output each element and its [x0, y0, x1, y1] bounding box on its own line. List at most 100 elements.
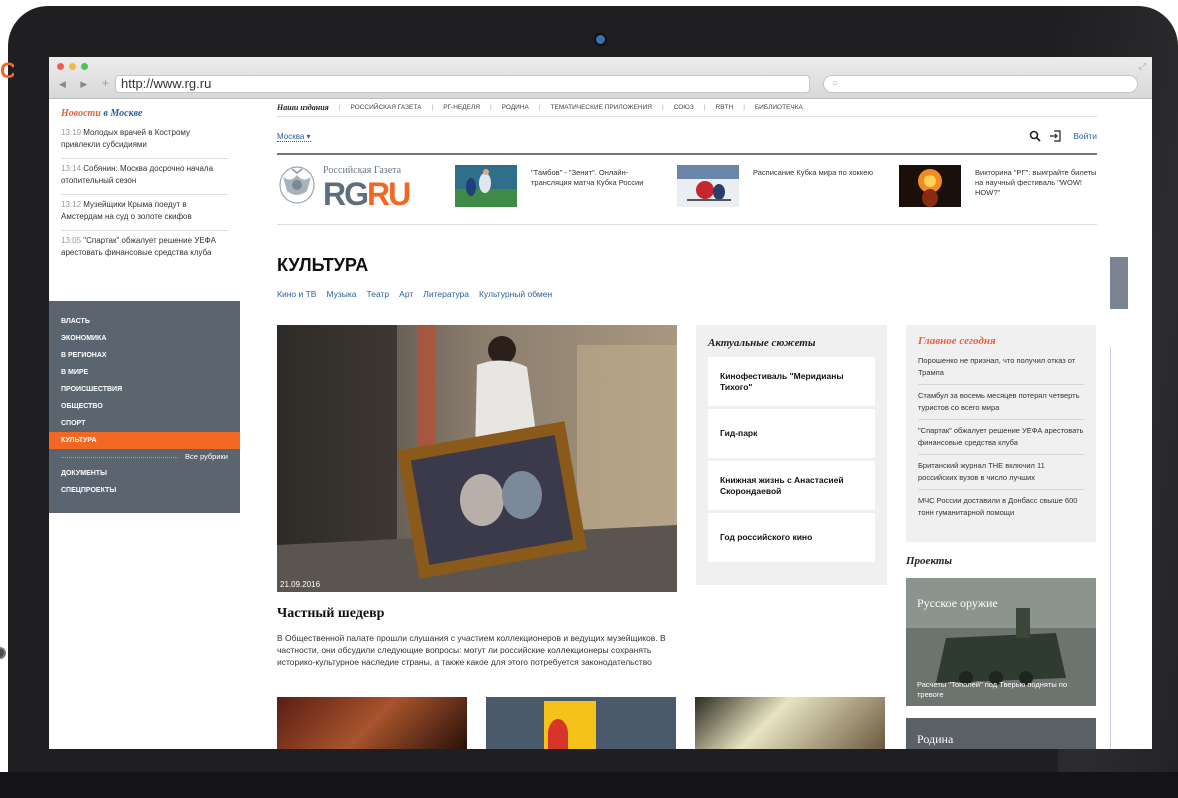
- news-item[interactable]: 13:19 Молодых врачей в Кострому привлекл…: [61, 123, 228, 159]
- story-item[interactable]: Гид-парк: [708, 409, 875, 458]
- edge-dot: [0, 647, 6, 659]
- pub-link[interactable]: БИБЛИОТЕЧКА: [755, 104, 803, 111]
- logo-ru: RU: [367, 176, 411, 212]
- city-label: Москва: [277, 132, 305, 141]
- laptop-base: [0, 772, 1178, 798]
- project-card[interactable]: Русское оружие Расчеты "Тополей" под Тве…: [906, 578, 1096, 706]
- subnav-link[interactable]: Арт: [399, 289, 413, 299]
- right-strip: [1110, 99, 1152, 749]
- rubric-incidents[interactable]: ПРОИСШЕСТВИЯ: [49, 381, 240, 398]
- pub-link[interactable]: СОЮЗ: [674, 104, 694, 111]
- today-item[interactable]: Стамбул за восемь месяцев потерял четвер…: [918, 388, 1084, 420]
- logo-row: Российская Газета RGRU "Тамбов" - "Зенит…: [277, 155, 1097, 225]
- story-item[interactable]: Книжная жизнь с Анастасией Скорондаевой: [708, 461, 875, 510]
- hero-date: 21.09.2016: [280, 580, 321, 589]
- chevron-down-icon: ▾: [306, 132, 311, 141]
- new-tab-icon[interactable]: +: [102, 76, 109, 90]
- rubric-economy[interactable]: ЭКОНОМИКА: [49, 330, 240, 347]
- projects-heading: Проекты: [906, 555, 953, 567]
- pub-link[interactable]: РГ-НЕДЕЛЯ: [443, 104, 480, 111]
- today-item[interactable]: Британский журнал THE включил 11 российс…: [918, 458, 1084, 490]
- story-item[interactable]: Кинофестиваль "Меридианы Тихого": [708, 357, 875, 406]
- project-card[interactable]: Родина: [906, 718, 1096, 749]
- logo-subtitle: Российская Газета: [323, 165, 402, 176]
- news-time: 13:05: [61, 236, 82, 245]
- bottom-thumbnails: [277, 697, 885, 749]
- rubric-vlast[interactable]: ВЛАСТЬ: [49, 313, 240, 330]
- teaser-item[interactable]: "Тамбов" - "Зенит". Онлайн-трансляция ма…: [455, 165, 653, 207]
- fullscreen-icon[interactable]: ⤢: [1139, 61, 1146, 72]
- news-item[interactable]: 13:14 Собянин: Москва досрочно начала от…: [61, 159, 228, 195]
- subnav-link[interactable]: Литература: [423, 289, 469, 299]
- topical-stories: Актуальные сюжеты Кинофестиваль "Меридиа…: [696, 325, 887, 585]
- subnav-link[interactable]: Кино и ТВ: [277, 289, 316, 299]
- logo-rg: RG: [323, 176, 369, 212]
- news-text: Музейщики Крыма поедут в Амстердам на су…: [61, 200, 192, 221]
- news-text: "Спартак" обжалует решение УЕФА арестова…: [61, 236, 216, 257]
- event-thumbnail[interactable]: [695, 697, 885, 749]
- back-forward-icons[interactable]: ◀ ▶: [59, 79, 93, 90]
- subnav-link[interactable]: Театр: [367, 289, 390, 299]
- search-icon[interactable]: [1029, 130, 1041, 142]
- subnav-link[interactable]: Музыка: [326, 289, 356, 299]
- window-controls: [57, 63, 88, 70]
- news-time: 13:14: [61, 164, 82, 173]
- pub-link[interactable]: ТЕМАТИЧЕСКИЕ ПРИЛОЖЕНИЯ: [551, 104, 652, 111]
- subnav-link[interactable]: Культурный обмен: [479, 289, 552, 299]
- book-thumbnail[interactable]: [486, 697, 676, 749]
- news-time: 13:19: [61, 128, 82, 137]
- rubric-sport[interactable]: СПОРТ: [49, 415, 240, 432]
- hockey-thumbnail: [677, 165, 739, 207]
- rubric-regions[interactable]: В РЕГИОНАХ: [49, 347, 240, 364]
- site-logo[interactable]: RGRU: [323, 176, 411, 213]
- pub-link[interactable]: RBTH: [716, 104, 734, 111]
- browser-chrome: ◀ ▶ + http://www.rg.ru ○ ⤢: [49, 57, 1152, 99]
- news-list: 13:19 Молодых врачей в Кострому привлекл…: [61, 123, 228, 266]
- teaser-text: Расписание Кубка мира по хоккею: [753, 168, 873, 177]
- search-icon: ○: [832, 78, 839, 89]
- project-title: Родина: [917, 732, 954, 746]
- orchestra-thumbnail[interactable]: [277, 697, 467, 749]
- all-rubrics-link[interactable]: Все рубрики: [49, 449, 240, 465]
- hero-image[interactable]: 21.09.2016: [277, 325, 677, 592]
- browser-search-input[interactable]: ○: [823, 75, 1138, 93]
- close-window-button[interactable]: [57, 63, 64, 70]
- screen: ◀ ▶ + http://www.rg.ru ○ ⤢ Новости в Мос…: [49, 57, 1152, 749]
- today-item[interactable]: "Спартак" обжалует решение УЕФА арестова…: [918, 423, 1084, 455]
- rubric-society[interactable]: ОБЩЕСТВО: [49, 398, 240, 415]
- rubric-culture-active[interactable]: КУЛЬТУРА: [49, 432, 240, 449]
- teaser-text: "Тамбов" - "Зенит". Онлайн-трансляция ма…: [531, 168, 644, 187]
- separator: |: [661, 104, 664, 111]
- story-item[interactable]: Год российского кино: [708, 513, 875, 562]
- today-item[interactable]: Порошенко не признал, что получил отказ …: [918, 353, 1084, 385]
- login-link[interactable]: Войти: [1073, 131, 1097, 141]
- today-item[interactable]: МЧС России доставили в Донбасс свыше 600…: [918, 493, 1084, 524]
- news-item[interactable]: 13:05 "Спартак" обжалует решение УЕФА ар…: [61, 231, 228, 266]
- main-content: Наши издания | РОССИЙСКАЯ ГАЗЕТА | РГ-НЕ…: [277, 99, 1097, 749]
- separator: |: [338, 104, 341, 111]
- hero-photo: [277, 325, 677, 592]
- teaser-item[interactable]: Викторина "РГ": выиграйте билеты на науч…: [899, 165, 1097, 207]
- minimize-window-button[interactable]: [69, 63, 76, 70]
- maximize-window-button[interactable]: [81, 63, 88, 70]
- hero-title[interactable]: Частный шедевр: [277, 606, 384, 622]
- pub-link[interactable]: РОССИЙСКАЯ ГАЗЕТА: [350, 104, 421, 111]
- news-time: 13:12: [61, 200, 82, 209]
- rubric-world[interactable]: В МИРЕ: [49, 364, 240, 381]
- rubrics-menu: ВЛАСТЬ ЭКОНОМИКА В РЕГИОНАХ В МИРЕ ПРОИС…: [49, 301, 240, 513]
- book-figure: [548, 719, 568, 749]
- city-selector[interactable]: Москва ▾: [277, 132, 311, 142]
- rubric-documents[interactable]: ДОКУМЕНТЫ: [49, 465, 240, 482]
- laptop-mockup: C ◀ ▶ + http://www.rg.ru ○ ⤢ Новости в М…: [0, 0, 1178, 798]
- pub-link[interactable]: РОДИНА: [502, 104, 529, 111]
- teaser-text: Викторина "РГ": выиграйте билеты на науч…: [975, 168, 1097, 197]
- side-banner: [1110, 257, 1128, 309]
- teaser-item[interactable]: Расписание Кубка мира по хоккею: [677, 165, 875, 207]
- login-icon[interactable]: [1049, 130, 1061, 142]
- webcam-icon: [596, 35, 605, 44]
- publications-bar: Наши издания | РОССИЙСКАЯ ГАЗЕТА | РГ-НЕ…: [277, 99, 1097, 117]
- sidebar-heading[interactable]: Новости в Москве: [61, 108, 240, 119]
- rubric-special-projects[interactable]: СПЕЦПРОЕКТЫ: [49, 482, 240, 499]
- news-item[interactable]: 13:12 Музейщики Крыма поедут в Амстердам…: [61, 195, 228, 231]
- url-input[interactable]: http://www.rg.ru: [115, 75, 810, 93]
